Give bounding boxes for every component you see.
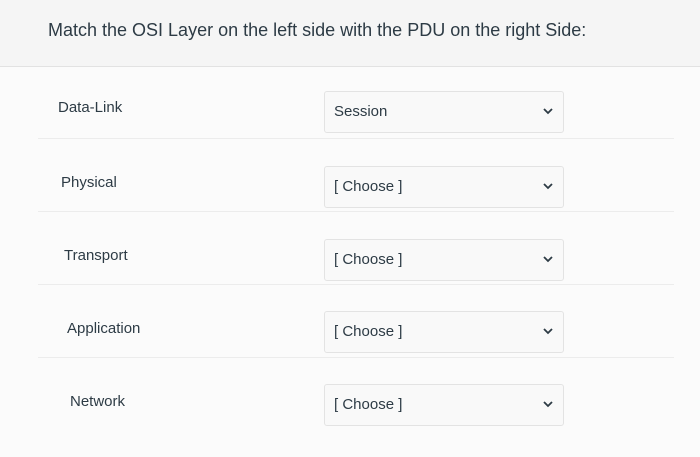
chevron-down-icon: [543, 255, 553, 263]
match-row-physical: Physical [ Choose ]: [0, 140, 700, 212]
layer-label-transport: Transport: [64, 247, 128, 264]
row-divider: [38, 284, 674, 285]
match-row-application: Application [ Choose ]: [0, 286, 700, 358]
chevron-down-icon: [543, 107, 553, 115]
selected-value: [ Choose ]: [334, 178, 403, 195]
match-row-transport: Transport [ Choose ]: [0, 213, 700, 285]
pdu-select-application[interactable]: [ Choose ]: [324, 311, 564, 353]
layer-label-application: Application: [67, 320, 141, 337]
pdu-select-transport[interactable]: [ Choose ]: [324, 239, 564, 281]
selected-value: [ Choose ]: [334, 251, 403, 268]
selected-value: [ Choose ]: [334, 323, 403, 340]
layer-label-data-link: Data-Link: [58, 99, 123, 116]
pdu-select-network[interactable]: [ Choose ]: [324, 384, 564, 426]
selected-value: Session: [334, 103, 388, 120]
match-row-network: Network [ Choose ]: [0, 359, 700, 431]
match-row-data-link: Data-Link Session: [0, 67, 700, 139]
row-divider: [38, 211, 674, 212]
question-header: Match the OSI Layer on the left side wit…: [0, 0, 700, 67]
chevron-down-icon: [543, 327, 553, 335]
row-divider: [38, 138, 674, 139]
quiz-question-page: Match the OSI Layer on the left side wit…: [0, 0, 700, 457]
layer-label-physical: Physical: [61, 174, 117, 191]
question-text: Match the OSI Layer on the left side wit…: [48, 20, 587, 40]
chevron-down-icon: [543, 400, 553, 408]
pdu-select-data-link[interactable]: Session: [324, 91, 564, 133]
matching-question-area: Data-Link Session Physical [ Choose ] Tr…: [0, 67, 700, 457]
chevron-down-icon: [543, 182, 553, 190]
row-divider: [38, 357, 674, 358]
layer-label-network: Network: [70, 393, 126, 410]
selected-value: [ Choose ]: [334, 396, 403, 413]
pdu-select-physical[interactable]: [ Choose ]: [324, 166, 564, 208]
